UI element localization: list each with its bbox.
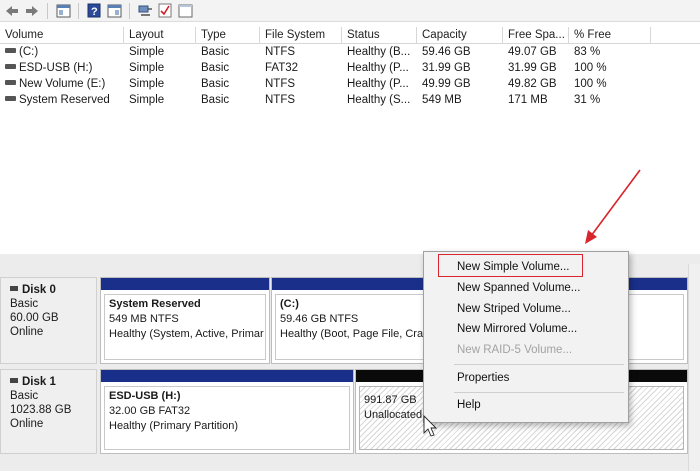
column-header-volume[interactable]: Volume [0,27,124,43]
console-tree-icon[interactable] [54,2,72,20]
toolbar-separator [78,2,79,19]
partition-info: ESD-USB (H:) 32.00 GB FAT32 Healthy (Pri… [104,386,350,450]
menu-separator [454,364,624,365]
partition-detail: 549 MB NTFS [109,313,179,325]
volume-name: (C:) [19,46,39,58]
disk-type: Basic [10,298,39,310]
help-icon[interactable]: ? [85,2,103,20]
table-cell: 49.82 GB [508,78,557,90]
disk-0-label[interactable]: Disk 0 Basic 60.00 GB Online [0,277,97,364]
table-cell: NTFS [265,94,296,106]
column-header-capacity[interactable]: Capacity [417,27,503,43]
partition-detail: 32.00 GB FAT32 [109,405,191,417]
volume-list: Volume Layout Type File System Status Ca… [0,27,700,254]
table-cell: 31.99 GB [508,62,557,74]
disk-size: 1023.88 GB [10,404,72,416]
partition-info: System Reserved 549 MB NTFS Healthy (Sys… [104,294,266,360]
table-cell: Basic [201,78,230,90]
table-cell: 49.07 GB [508,46,557,58]
menu-item-help[interactable]: Help [457,398,481,412]
table-row[interactable]: New Volume (E:) Simple Basic NTFS Health… [0,76,700,92]
partition-bar [101,278,269,290]
toolbar-separator [129,2,130,19]
table-cell: Simple [129,78,165,90]
table-cell: 31 % [574,94,601,106]
volume-name: New Volume (E:) [19,78,106,90]
blank-page-icon[interactable] [176,2,194,20]
disk-name: Disk 0 [22,284,56,296]
context-menu: New Simple Volume... New Spanned Volume.… [423,251,629,423]
connect-icon[interactable] [136,2,154,20]
column-header-status[interactable]: Status [342,27,417,43]
disk-icon [10,378,18,384]
toolbar-separator [47,2,48,19]
disk-size: 60.00 GB [10,312,59,324]
disk-name: Disk 1 [22,376,56,388]
back-icon[interactable] [3,2,21,20]
partition-title: System Reserved [109,298,201,310]
table-cell: Healthy (B... [347,46,411,58]
svg-text:?: ? [91,6,98,18]
column-header-layout[interactable]: Layout [124,27,196,43]
volume-list-header: Volume Layout Type File System Status Ca… [0,27,700,44]
column-header-type[interactable]: Type [196,27,260,43]
table-cell: Basic [201,94,230,106]
partition-status: Healthy (System, Active, Primar [109,328,264,340]
partition-esd-usb[interactable]: ESD-USB (H:) 32.00 GB FAT32 Healthy (Pri… [100,369,354,454]
forward-icon[interactable] [23,2,41,20]
column-header-file-system[interactable]: File System [260,27,342,43]
table-cell: Simple [129,94,165,106]
table-row[interactable]: (C:) Simple Basic NTFS Healthy (B... 59.… [0,44,700,60]
vertical-scrollbar[interactable] [688,264,700,471]
table-cell: 83 % [574,46,601,58]
partition-system-reserved[interactable]: System Reserved 549 MB NTFS Healthy (Sys… [100,277,270,364]
table-cell: Basic [201,62,230,74]
disk-state: Online [10,326,44,338]
partition-title: ESD-USB (H:) [109,390,181,402]
disk-icon [10,286,18,292]
drive-icon [5,64,16,70]
table-cell: 549 MB [422,94,462,106]
table-cell: 31.99 GB [422,62,471,74]
table-cell: Healthy (P... [347,62,409,74]
column-header-percent-free[interactable]: % Free [569,27,651,43]
column-header-free-space[interactable]: Free Spa... [503,27,569,43]
table-cell: FAT32 [265,62,299,74]
table-cell: 100 % [574,78,607,90]
table-cell: 171 MB [508,94,548,106]
partition-status: Healthy (Primary Partition) [109,420,238,432]
table-cell: Simple [129,62,165,74]
drive-icon [5,96,16,102]
table-cell: Basic [201,46,230,58]
disk-1-label[interactable]: Disk 1 Basic 1023.88 GB Online [0,369,97,454]
table-cell: Simple [129,46,165,58]
table-cell: Healthy (P... [347,78,409,90]
drive-icon [5,80,16,86]
partition-bar [101,370,353,382]
table-cell: 100 % [574,62,607,74]
menu-item-properties[interactable]: Properties [457,371,509,385]
table-cell: 49.99 GB [422,78,471,90]
table-row[interactable]: System Reserved Simple Basic NTFS Health… [0,92,700,108]
volume-name: ESD-USB (H:) [19,62,93,74]
table-cell: NTFS [265,46,296,58]
disk-state: Online [10,418,44,430]
toolbar: ? [0,0,700,22]
properties-panel-icon[interactable] [105,2,123,20]
menu-separator [454,392,624,393]
checklist-icon[interactable] [156,2,174,20]
table-cell: NTFS [265,78,296,90]
drive-icon [5,48,16,54]
menu-item-new-raid5-volume: New RAID-5 Volume... [457,344,573,356]
table-row[interactable]: ESD-USB (H:) Simple Basic FAT32 Healthy … [0,60,700,76]
volume-name: System Reserved [19,94,110,106]
table-cell: 59.46 GB [422,46,471,58]
table-cell: Healthy (S... [347,94,411,106]
menu-item-new-simple-volume[interactable]: New Simple Volume... [457,260,570,274]
disk-type: Basic [10,390,39,402]
menu-item-new-spanned-volume[interactable]: New Spanned Volume... [457,281,580,295]
menu-item-new-mirrored-volume[interactable]: New Mirrored Volume... [457,322,577,336]
column-header-filler [651,27,700,43]
menu-item-new-striped-volume[interactable]: New Striped Volume... [457,302,571,316]
